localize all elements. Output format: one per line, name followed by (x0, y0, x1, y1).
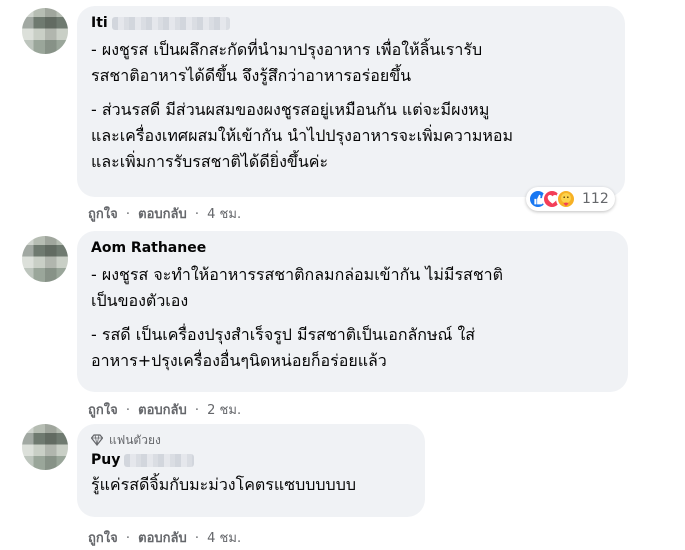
avatar[interactable] (22, 8, 68, 54)
like-link[interactable]: ถูกใจ (88, 531, 118, 546)
avatar[interactable] (22, 236, 68, 282)
author-name[interactable]: Puy (91, 451, 120, 470)
paragraph: - รสดี เป็นเครื่องปรุงสำเร็จรูป มีรสชาติ… (91, 322, 614, 374)
reply-link[interactable]: ตอบกลับ (138, 207, 187, 222)
like-link[interactable]: ถูกใจ (88, 207, 118, 222)
separator: · (194, 531, 200, 546)
timestamp[interactable]: 4 ชม. (207, 531, 241, 546)
comment-bubble: Iti - ผงชูรส เป็นผลึกสะกัดที่นำมาปรุงอาห… (77, 6, 625, 197)
diamond-icon (91, 434, 103, 446)
reaction-count: 112 (582, 191, 609, 207)
comment-text: - ผงชูรส จะทำให้อาหารรสชาติกลมกล่อมเข้าก… (91, 262, 614, 374)
text-line: - ผงชูรส จะทำให้อาหารรสชาติกลมกล่อมเข้าก… (91, 265, 504, 284)
author-name[interactable]: Aom Rathanee (91, 239, 206, 258)
like-link[interactable]: ถูกใจ (88, 403, 118, 418)
text-line: - ส่วนรสดี มีส่วนผสมของผงชูรสอยู่เหมือนก… (91, 100, 490, 119)
fan-badge: แฟนตัวยง (91, 432, 411, 448)
comment-author[interactable]: Aom Rathanee (91, 239, 614, 258)
text-line: รสชาติอาหารได้ดีขึ้น จึงรู้สึกว่าอาหารอร… (91, 66, 412, 85)
comment-bubble: Aom Rathanee - ผงชูรส จะทำให้อาหารรสชาติ… (77, 231, 628, 392)
paragraph: รู้แค่รสดีจิ้มกับมะม่วงโคตรแซบบบบบบ (91, 472, 411, 498)
comment-actions: ถูกใจ · ตอบกลับ · 4 ชม. (88, 527, 241, 548)
reply-link[interactable]: ตอบกลับ (138, 403, 187, 418)
timestamp[interactable]: 2 ชม. (207, 403, 241, 418)
avatar[interactable] (22, 424, 68, 470)
comment-actions: ถูกใจ · ตอบกลับ · 2 ชม. (88, 399, 241, 420)
comment-text: - ผงชูรส เป็นผลึกสะกัดที่นำมาปรุงอาหาร เ… (91, 37, 611, 175)
comment-author[interactable]: Iti (91, 14, 611, 33)
text-line: รู้แค่รสดีจิ้มกับมะม่วงโคตรแซบบบบบบ (91, 475, 356, 494)
paragraph: - ส่วนรสดี มีส่วนผสมของผงชูรสอยู่เหมือนก… (91, 97, 611, 175)
badge-label: แฟนตัวยง (109, 432, 161, 447)
text-line: อาหาร+ปรุงเครื่องอื่นๆนิดหน่อยก็อร่อยแล้… (91, 351, 387, 370)
comment-bubble: แฟนตัวยง Puy รู้แค่รสดีจิ้มกับมะม่วงโคตร… (77, 424, 425, 517)
paragraph: - ผงชูรส จะทำให้อาหารรสชาติกลมกล่อมเข้าก… (91, 262, 614, 314)
redacted-name (111, 17, 230, 30)
redacted-name (124, 454, 195, 467)
author-name[interactable]: Iti (91, 14, 108, 33)
text-line: และเครื่องเทศผสมให้เข้ากัน นำไปปรุงอาหาร… (91, 126, 514, 145)
reaction-summary[interactable]: 112 (526, 187, 615, 211)
timestamp[interactable]: 4 ชม. (207, 207, 241, 222)
separator: · (125, 531, 130, 546)
separator: · (125, 207, 130, 222)
separator: · (125, 403, 130, 418)
comment-author[interactable]: Puy (91, 451, 411, 470)
reply-link[interactable]: ตอบกลับ (138, 531, 187, 546)
separator: · (194, 207, 200, 222)
comment-actions: ถูกใจ · ตอบกลับ · 4 ชม. (88, 203, 241, 224)
text-line: - ผงชูรส เป็นผลึกสะกัดที่นำมาปรุงอาหาร เ… (91, 40, 483, 59)
text-line: และเพิ่มการรับรสชาติได้ดียิ่งขึ้นค่ะ (91, 152, 329, 171)
text-line: เป็นของตัวเอง (91, 291, 189, 310)
text-line: - รสดี เป็นเครื่องปรุงสำเร็จรูป มีรสชาติ… (91, 325, 476, 344)
care-icon (556, 189, 576, 209)
paragraph: - ผงชูรส เป็นผลึกสะกัดที่นำมาปรุงอาหาร เ… (91, 37, 611, 89)
separator: · (194, 403, 200, 418)
comment-text: รู้แค่รสดีจิ้มกับมะม่วงโคตรแซบบบบบบ (91, 472, 411, 498)
